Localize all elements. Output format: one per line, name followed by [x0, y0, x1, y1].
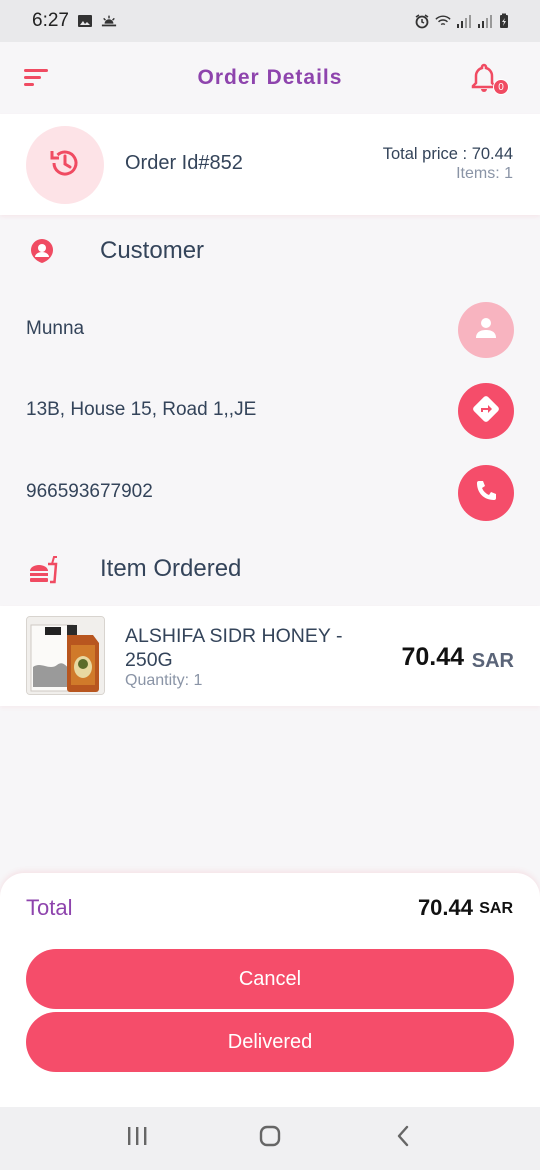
recent-apps-button[interactable]	[117, 1119, 157, 1159]
order-summary-card: Order Id#852 Total price : 70.44 Items: …	[0, 114, 540, 215]
customer-phone: 966593677902	[26, 481, 153, 502]
order-id: Order Id#852	[125, 152, 243, 174]
item-quantity: Quantity: 1	[125, 672, 203, 689]
home-icon	[258, 1124, 282, 1153]
alarm-icon	[414, 13, 430, 29]
customer-phone-row: 966593677902	[0, 465, 540, 521]
signal-icon	[477, 13, 493, 29]
fastfood-icon	[28, 555, 58, 584]
weather-icon	[101, 13, 117, 29]
app-bar: Order Details 0	[0, 42, 540, 114]
list-item[interactable]: ALSHIFA SIDR HONEY - 250G Quantity: 1 70…	[0, 606, 540, 706]
items-section-header: Item Ordered	[0, 549, 540, 589]
status-time: 6:27	[32, 10, 69, 31]
back-button[interactable]	[383, 1119, 423, 1159]
person-icon	[473, 315, 499, 346]
total-value: 70.44	[417, 895, 473, 920]
wifi-icon	[435, 13, 451, 29]
delivered-button[interactable]: Delivered	[26, 1012, 514, 1072]
system-nav-bar	[0, 1107, 540, 1170]
page-title: Order Details	[197, 66, 343, 89]
history-icon	[48, 146, 82, 185]
order-status-badge	[26, 126, 104, 204]
signal-icon	[456, 13, 472, 29]
status-bar: 6:27	[0, 0, 540, 42]
item-name: ALSHIFA SIDR HONEY - 250G	[125, 625, 343, 671]
customer-section-title: Customer	[100, 237, 205, 264]
customer-name: Munna	[26, 318, 85, 339]
customer-address-row: 13B, House 15, Road 1,,JE	[0, 383, 540, 439]
directions-button[interactable]	[458, 383, 514, 439]
customer-section-header: Customer	[0, 231, 540, 271]
product-image	[26, 616, 105, 695]
items-section-title: Item Ordered	[100, 555, 242, 582]
item-currency: SAR	[471, 650, 514, 672]
image-icon	[77, 13, 93, 29]
directions-icon	[471, 394, 501, 429]
recent-apps-icon	[125, 1125, 149, 1152]
total-label: Total	[26, 895, 73, 920]
battery-icon	[498, 13, 514, 29]
back-icon	[392, 1124, 414, 1153]
cancel-button[interactable]: Cancel	[26, 949, 514, 1009]
call-button[interactable]	[458, 465, 514, 521]
menu-icon[interactable]	[24, 68, 50, 88]
profile-button[interactable]	[458, 302, 514, 358]
user-pin-icon	[28, 237, 56, 265]
item-price: 70.44	[401, 643, 464, 671]
home-button[interactable]	[250, 1119, 290, 1159]
order-total-price: Total price : 70.44	[382, 145, 513, 163]
order-items-count: Items: 1	[456, 165, 513, 182]
customer-name-row: Munna	[0, 302, 540, 358]
notification-badge: 0	[493, 79, 509, 95]
total-currency: SAR	[479, 900, 513, 917]
notification-button[interactable]: 0	[470, 62, 509, 98]
order-actions-sheet: Total 70.44 SAR Cancel Delivered	[0, 873, 540, 1107]
phone-icon	[473, 478, 499, 509]
customer-address: 13B, House 15, Road 1,,JE	[26, 399, 257, 420]
